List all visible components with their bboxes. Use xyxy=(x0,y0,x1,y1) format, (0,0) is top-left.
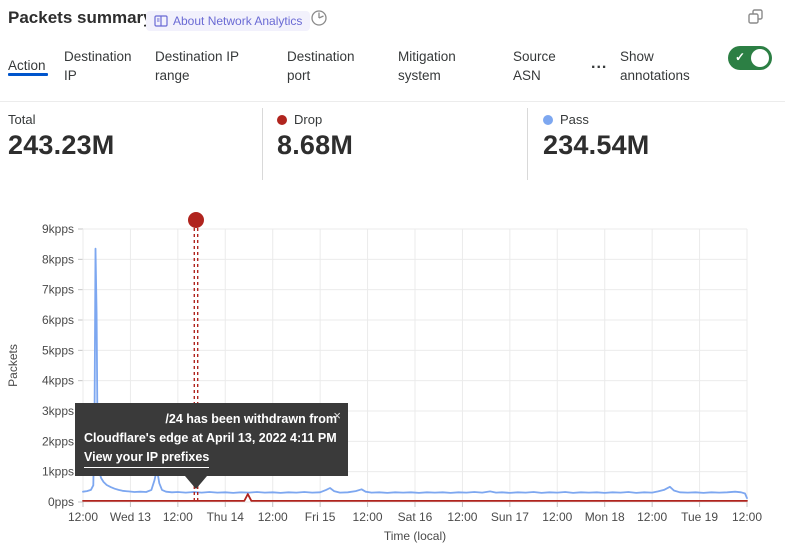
x-tick-label: 12:00 xyxy=(258,510,288,524)
x-tick-label: 12:00 xyxy=(542,510,572,524)
show-annotations-toggle[interactable]: ✓ xyxy=(728,46,772,70)
stat-pass-value: 234.54M xyxy=(543,130,649,161)
x-tick-label: Mon 18 xyxy=(585,510,625,524)
y-tick-label: 7kpps xyxy=(42,283,74,297)
active-tab-underline xyxy=(8,73,48,76)
y-tick-label: 0pps xyxy=(48,495,74,509)
x-tick-label: Fri 15 xyxy=(305,510,336,524)
y-axis-title: Packets xyxy=(6,344,20,387)
x-tick-label: Sun 17 xyxy=(491,510,529,524)
about-network-analytics-badge[interactable]: About Network Analytics xyxy=(146,11,310,31)
section-divider xyxy=(0,101,785,102)
tooltip-line-1: /24 has been withdrawn from xyxy=(84,410,339,429)
x-tick-label: 12:00 xyxy=(163,510,193,524)
drop-series-line xyxy=(83,494,747,501)
x-axis-title: Time (local) xyxy=(384,529,446,543)
tab-mitigation-system[interactable]: Mitigation system xyxy=(398,47,478,85)
popout-icon[interactable] xyxy=(747,8,765,26)
y-tick-label: 8kpps xyxy=(42,252,74,266)
tooltip-line-2: Cloudflare's edge at April 13, 2022 4:11… xyxy=(84,429,339,448)
x-tick-label: Sat 16 xyxy=(398,510,433,524)
x-tick-label: 12:00 xyxy=(637,510,667,524)
stat-pass-label: Pass xyxy=(560,112,589,127)
stat-drop-label-row: Drop xyxy=(277,112,322,127)
page-title: Packets summary xyxy=(8,8,153,28)
clock-icon xyxy=(310,9,328,27)
stat-drop-value: 8.68M xyxy=(277,130,353,161)
annotation-marker-dot xyxy=(188,212,204,228)
tooltip-caret xyxy=(185,476,207,489)
close-icon[interactable]: × xyxy=(333,406,341,425)
y-tick-label: 9kpps xyxy=(42,222,74,236)
x-tick-label: 12:00 xyxy=(447,510,477,524)
time-period-icon[interactable] xyxy=(310,9,328,27)
stat-total-value: 243.23M xyxy=(8,130,114,161)
y-tick-label: 1kpps xyxy=(42,465,74,479)
x-tick-label: Wed 13 xyxy=(110,510,151,524)
show-annotations-label: Show annotations xyxy=(620,47,708,85)
annotation-tooltip: × /24 has been withdrawn from Cloudflare… xyxy=(75,403,348,476)
x-tick-label: 12:00 xyxy=(732,510,762,524)
stat-divider xyxy=(527,108,528,180)
stat-divider xyxy=(262,108,263,180)
tab-destination-port[interactable]: Destination port xyxy=(287,47,367,85)
tab-destination-ip-range[interactable]: Destination IP range xyxy=(155,47,253,85)
overlapping-squares-icon xyxy=(747,8,765,26)
toggle-knob xyxy=(751,49,769,67)
pass-legend-dot xyxy=(543,115,553,125)
badge-label: About Network Analytics xyxy=(173,14,302,28)
x-tick-label: Thu 14 xyxy=(207,510,245,524)
y-tick-label: 6kpps xyxy=(42,313,74,327)
tab-destination-ip[interactable]: Destination IP xyxy=(64,47,142,85)
x-tick-label: 12:00 xyxy=(353,510,383,524)
more-tabs-icon[interactable]: ... xyxy=(591,55,607,73)
y-tick-label: 5kpps xyxy=(42,343,74,357)
tab-source-asn[interactable]: Source ASN xyxy=(513,47,571,85)
y-tick-label: 3kpps xyxy=(42,404,74,418)
stat-drop-label: Drop xyxy=(294,112,322,127)
x-tick-label: 12:00 xyxy=(68,510,98,524)
stat-pass-label-row: Pass xyxy=(543,112,589,127)
stat-total-label: Total xyxy=(8,112,35,127)
drop-legend-dot xyxy=(277,115,287,125)
view-ip-prefixes-link[interactable]: View your IP prefixes xyxy=(84,448,209,468)
stat-total-label-row: Total xyxy=(8,112,35,127)
check-icon: ✓ xyxy=(735,50,745,64)
y-tick-label: 2kpps xyxy=(42,434,74,448)
y-tick-label: 4kpps xyxy=(42,374,74,388)
x-tick-label: Tue 19 xyxy=(681,510,718,524)
book-icon xyxy=(154,15,168,27)
